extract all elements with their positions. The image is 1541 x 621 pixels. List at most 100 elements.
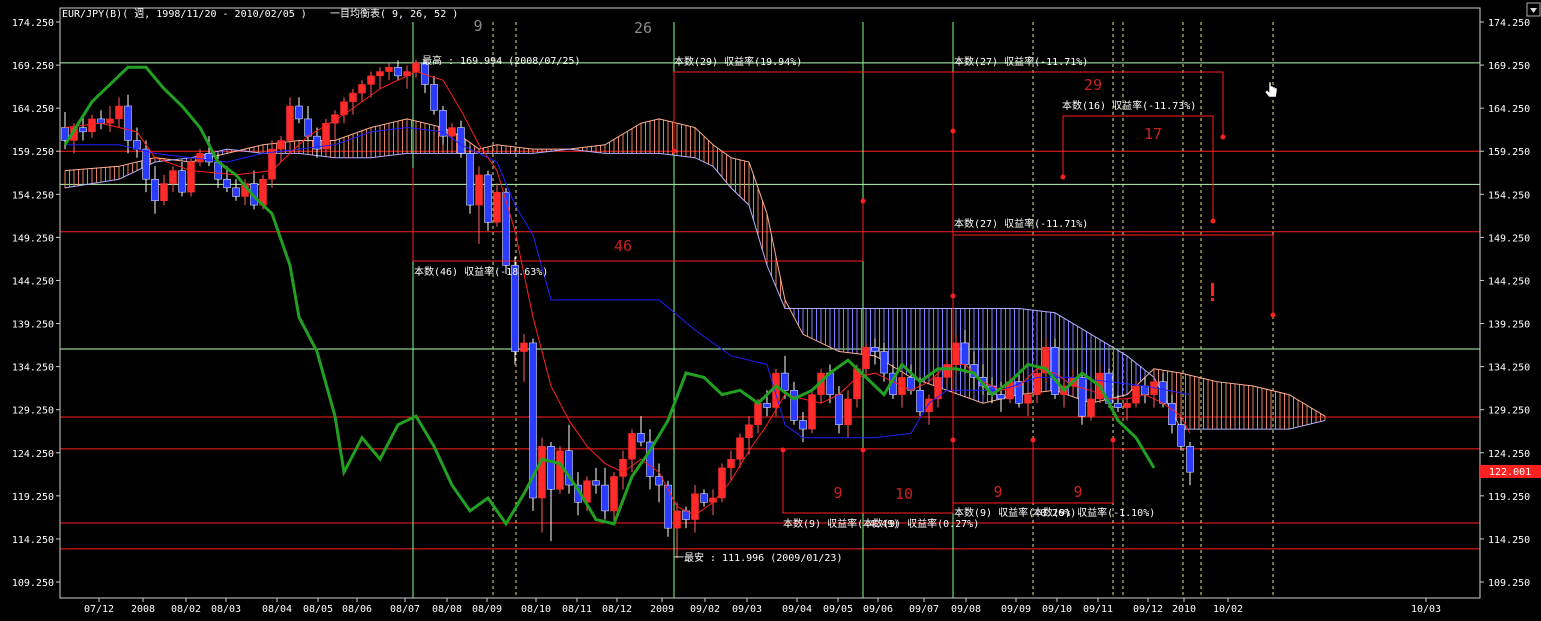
pivot-dot bbox=[1060, 174, 1066, 180]
candle-body bbox=[664, 484, 672, 529]
candle-body bbox=[1078, 377, 1086, 417]
y-tick-label-left: 129.250 bbox=[12, 406, 54, 417]
candle-body bbox=[745, 424, 753, 438]
y-tick-label-right: 139.250 bbox=[1488, 320, 1530, 331]
x-tick-label: 08/05 bbox=[303, 604, 333, 615]
candle-body bbox=[430, 84, 438, 111]
candle-body bbox=[160, 183, 168, 202]
pivot-dot bbox=[1030, 437, 1036, 443]
ichimoku-chart: 最高 : 169.994 (2008/07/25) 一最安 : 111.996 (… bbox=[12, 2, 1541, 615]
candle-body bbox=[547, 446, 555, 490]
scroll-arrow-icon[interactable] bbox=[1526, 2, 1541, 17]
candle-body bbox=[1168, 402, 1176, 426]
x-tick-label: 08/09 bbox=[472, 604, 502, 615]
chart-title: EUR/JPY(B)( 週, 1998/11/20 - 2010/02/05 ) bbox=[62, 8, 307, 20]
candle-body bbox=[358, 84, 366, 94]
candle-body bbox=[799, 420, 807, 430]
candle-body bbox=[367, 75, 375, 85]
candle-body bbox=[736, 437, 744, 460]
x-tick-label: 08/04 bbox=[262, 604, 292, 615]
candle-body bbox=[538, 446, 546, 499]
candle-body bbox=[997, 394, 1005, 400]
chikou-span-line bbox=[63, 65, 1156, 527]
x-tick-label: 09/07 bbox=[909, 604, 939, 615]
x-tick-label: 09/04 bbox=[782, 604, 812, 615]
candle-body bbox=[700, 493, 708, 503]
candle-body bbox=[223, 178, 231, 189]
pivot-dot bbox=[671, 148, 677, 154]
candle-body bbox=[88, 118, 96, 133]
candle-body bbox=[844, 398, 852, 426]
low-price-label: 一最安 : 111.996 (2009/01/23) bbox=[674, 551, 842, 564]
candle-body bbox=[1141, 385, 1149, 395]
x-tick-label: 09/11 bbox=[1083, 604, 1113, 615]
cycle-count-label: 9 bbox=[993, 483, 1002, 501]
cycle-count-label: 46 bbox=[614, 237, 632, 255]
pivot-dot bbox=[860, 198, 866, 204]
candle-body bbox=[1177, 424, 1185, 447]
candle-body bbox=[412, 62, 420, 72]
candle-body bbox=[781, 372, 789, 391]
pivot-dot bbox=[1270, 312, 1276, 318]
candle-body bbox=[718, 467, 726, 499]
y-tick-label-left: 159.250 bbox=[12, 147, 54, 158]
plot-frame bbox=[59, 7, 1481, 599]
candle-body bbox=[79, 127, 87, 133]
candle-body bbox=[277, 140, 285, 150]
candle-body bbox=[106, 118, 114, 124]
candle-body bbox=[637, 433, 645, 443]
indicator-label: 一目均衡表( 9, 26, 52 ) bbox=[330, 7, 458, 20]
candle-body bbox=[1186, 446, 1194, 473]
candle-body bbox=[1114, 402, 1122, 408]
y-tick-label-left: 164.250 bbox=[12, 104, 54, 115]
span-27-return-label-top: 本数(27) 収益率(-11.71%) bbox=[954, 55, 1088, 68]
candle-body bbox=[862, 346, 870, 370]
candle-body bbox=[295, 105, 303, 120]
cycle-count-label: 26 bbox=[634, 19, 652, 37]
x-tick-label: 2010 bbox=[1172, 604, 1196, 615]
candle-body bbox=[763, 402, 771, 408]
candle-body bbox=[1051, 346, 1059, 395]
y-tick-label-right: 164.250 bbox=[1488, 104, 1530, 115]
y-tick-label-right: 144.250 bbox=[1488, 276, 1530, 287]
candle-body bbox=[592, 480, 600, 486]
candle-body bbox=[1087, 398, 1095, 417]
y-tick-label-right: 129.250 bbox=[1488, 406, 1530, 417]
pivot-dot bbox=[860, 447, 866, 453]
price-badge: 122.001 bbox=[1489, 467, 1531, 478]
candle-body bbox=[1159, 381, 1167, 404]
cycle-count-label: 9 bbox=[833, 484, 842, 502]
x-tick-label: 10/02 bbox=[1213, 604, 1243, 615]
exclamation-bar bbox=[1211, 283, 1214, 296]
candle-body bbox=[502, 191, 510, 266]
candle-body bbox=[853, 368, 861, 400]
x-tick-label: 2008 bbox=[131, 604, 155, 615]
y-tick-label-left: 144.250 bbox=[12, 276, 54, 287]
y-tick-label-left: 134.250 bbox=[12, 363, 54, 374]
y-tick-label-right: 114.250 bbox=[1488, 535, 1530, 546]
y-tick-label-left: 149.250 bbox=[12, 233, 54, 244]
span-9-return-label-d: 本数(9) 収益率(-1.10%) bbox=[1033, 506, 1155, 519]
span-46-return-label: 本数(46) 収益率(-18.63%) bbox=[414, 265, 548, 278]
x-tick-label: 08/10 bbox=[521, 604, 551, 615]
candle-body bbox=[673, 510, 681, 529]
candle-body bbox=[97, 118, 105, 124]
span-16-return-label: 本数(16) 収益率(-11.73%) bbox=[1062, 99, 1196, 112]
candle-body bbox=[619, 458, 627, 477]
candle-body bbox=[727, 458, 735, 469]
span-27-return-label-mid: 本数(27) 収益率(-11.71%) bbox=[954, 217, 1088, 230]
candle-body bbox=[871, 346, 879, 352]
candle-body bbox=[1033, 372, 1041, 395]
y-tick-label-right: 169.250 bbox=[1488, 61, 1530, 72]
span-29-return-label: 本数(29) 収益率(19.94%) bbox=[674, 55, 802, 68]
candle-body bbox=[934, 377, 942, 400]
candle-body bbox=[142, 148, 150, 180]
candle-body bbox=[601, 484, 609, 512]
y-tick-label-left: 124.250 bbox=[12, 449, 54, 460]
x-tick-label: 09/09 bbox=[1001, 604, 1031, 615]
candle-body bbox=[961, 342, 969, 365]
candle-body bbox=[880, 351, 888, 374]
x-tick-label: 09/12 bbox=[1133, 604, 1163, 615]
candle-body bbox=[448, 127, 456, 137]
candle-body bbox=[790, 390, 798, 421]
